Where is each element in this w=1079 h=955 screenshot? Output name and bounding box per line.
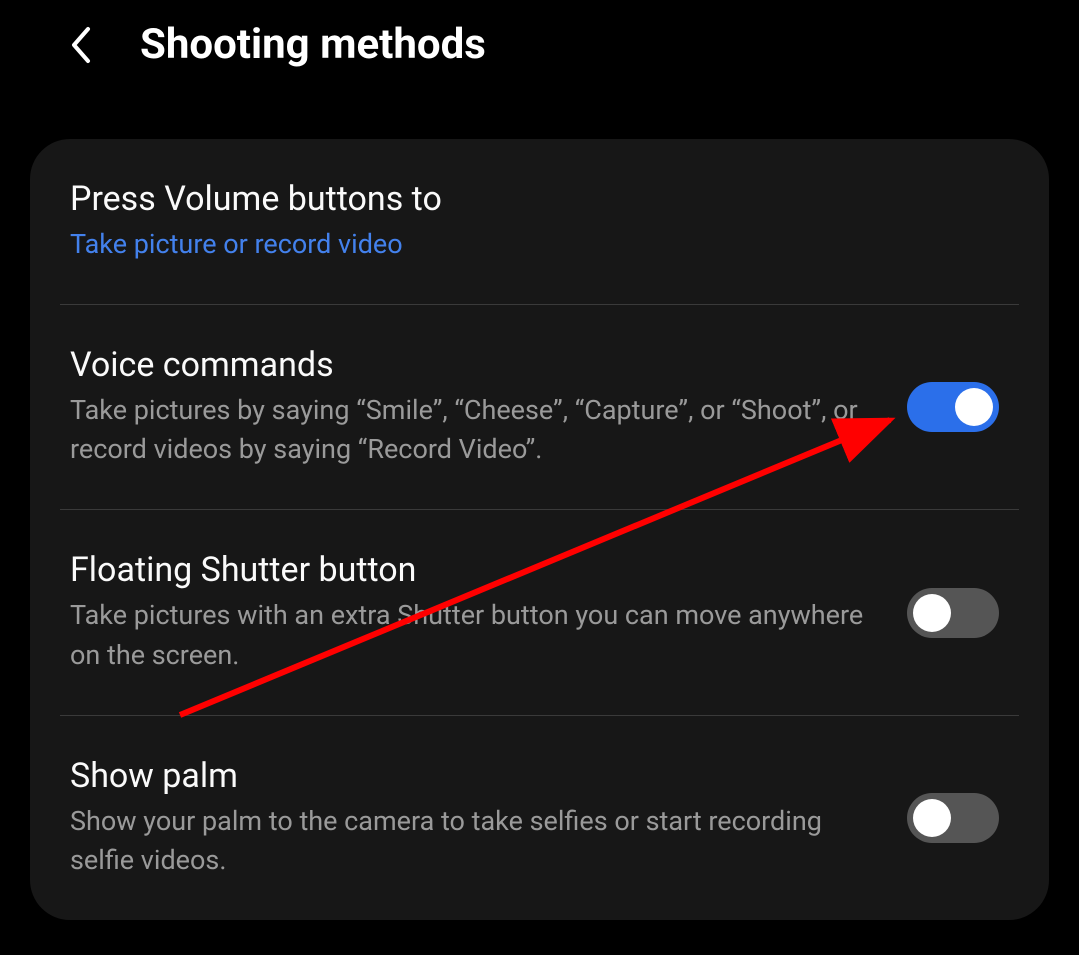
toggle-knob — [913, 799, 951, 837]
setting-subtitle: Take pictures with an extra Shutter butt… — [70, 596, 867, 674]
setting-title: Show palm — [70, 756, 867, 796]
setting-volume-buttons[interactable]: Press Volume buttons to Take picture or … — [30, 139, 1049, 304]
setting-title: Floating Shutter button — [70, 550, 867, 590]
setting-subtitle: Take picture or record video — [70, 225, 999, 264]
toggle-floating-shutter[interactable] — [907, 588, 999, 638]
setting-subtitle: Show your palm to the camera to take sel… — [70, 802, 867, 880]
toggle-knob — [913, 594, 951, 632]
toggle-voice-commands[interactable] — [907, 382, 999, 432]
back-icon[interactable] — [60, 25, 100, 65]
setting-text: Show palm Show your palm to the camera t… — [70, 756, 867, 880]
setting-text: Press Volume buttons to Take picture or … — [70, 179, 999, 264]
setting-subtitle: Take pictures by saying “Smile”, “Cheese… — [70, 391, 867, 469]
setting-text: Floating Shutter button Take pictures wi… — [70, 550, 867, 674]
setting-text: Voice commands Take pictures by saying “… — [70, 345, 867, 469]
header: Shooting methods — [0, 0, 1079, 99]
settings-panel: Press Volume buttons to Take picture or … — [30, 139, 1049, 920]
setting-title: Voice commands — [70, 345, 867, 385]
setting-show-palm[interactable]: Show palm Show your palm to the camera t… — [30, 716, 1049, 920]
page-title: Shooting methods — [140, 20, 486, 69]
toggle-show-palm[interactable] — [907, 793, 999, 843]
setting-floating-shutter[interactable]: Floating Shutter button Take pictures wi… — [30, 510, 1049, 714]
setting-title: Press Volume buttons to — [70, 179, 999, 219]
setting-voice-commands[interactable]: Voice commands Take pictures by saying “… — [30, 305, 1049, 509]
toggle-knob — [955, 388, 993, 426]
